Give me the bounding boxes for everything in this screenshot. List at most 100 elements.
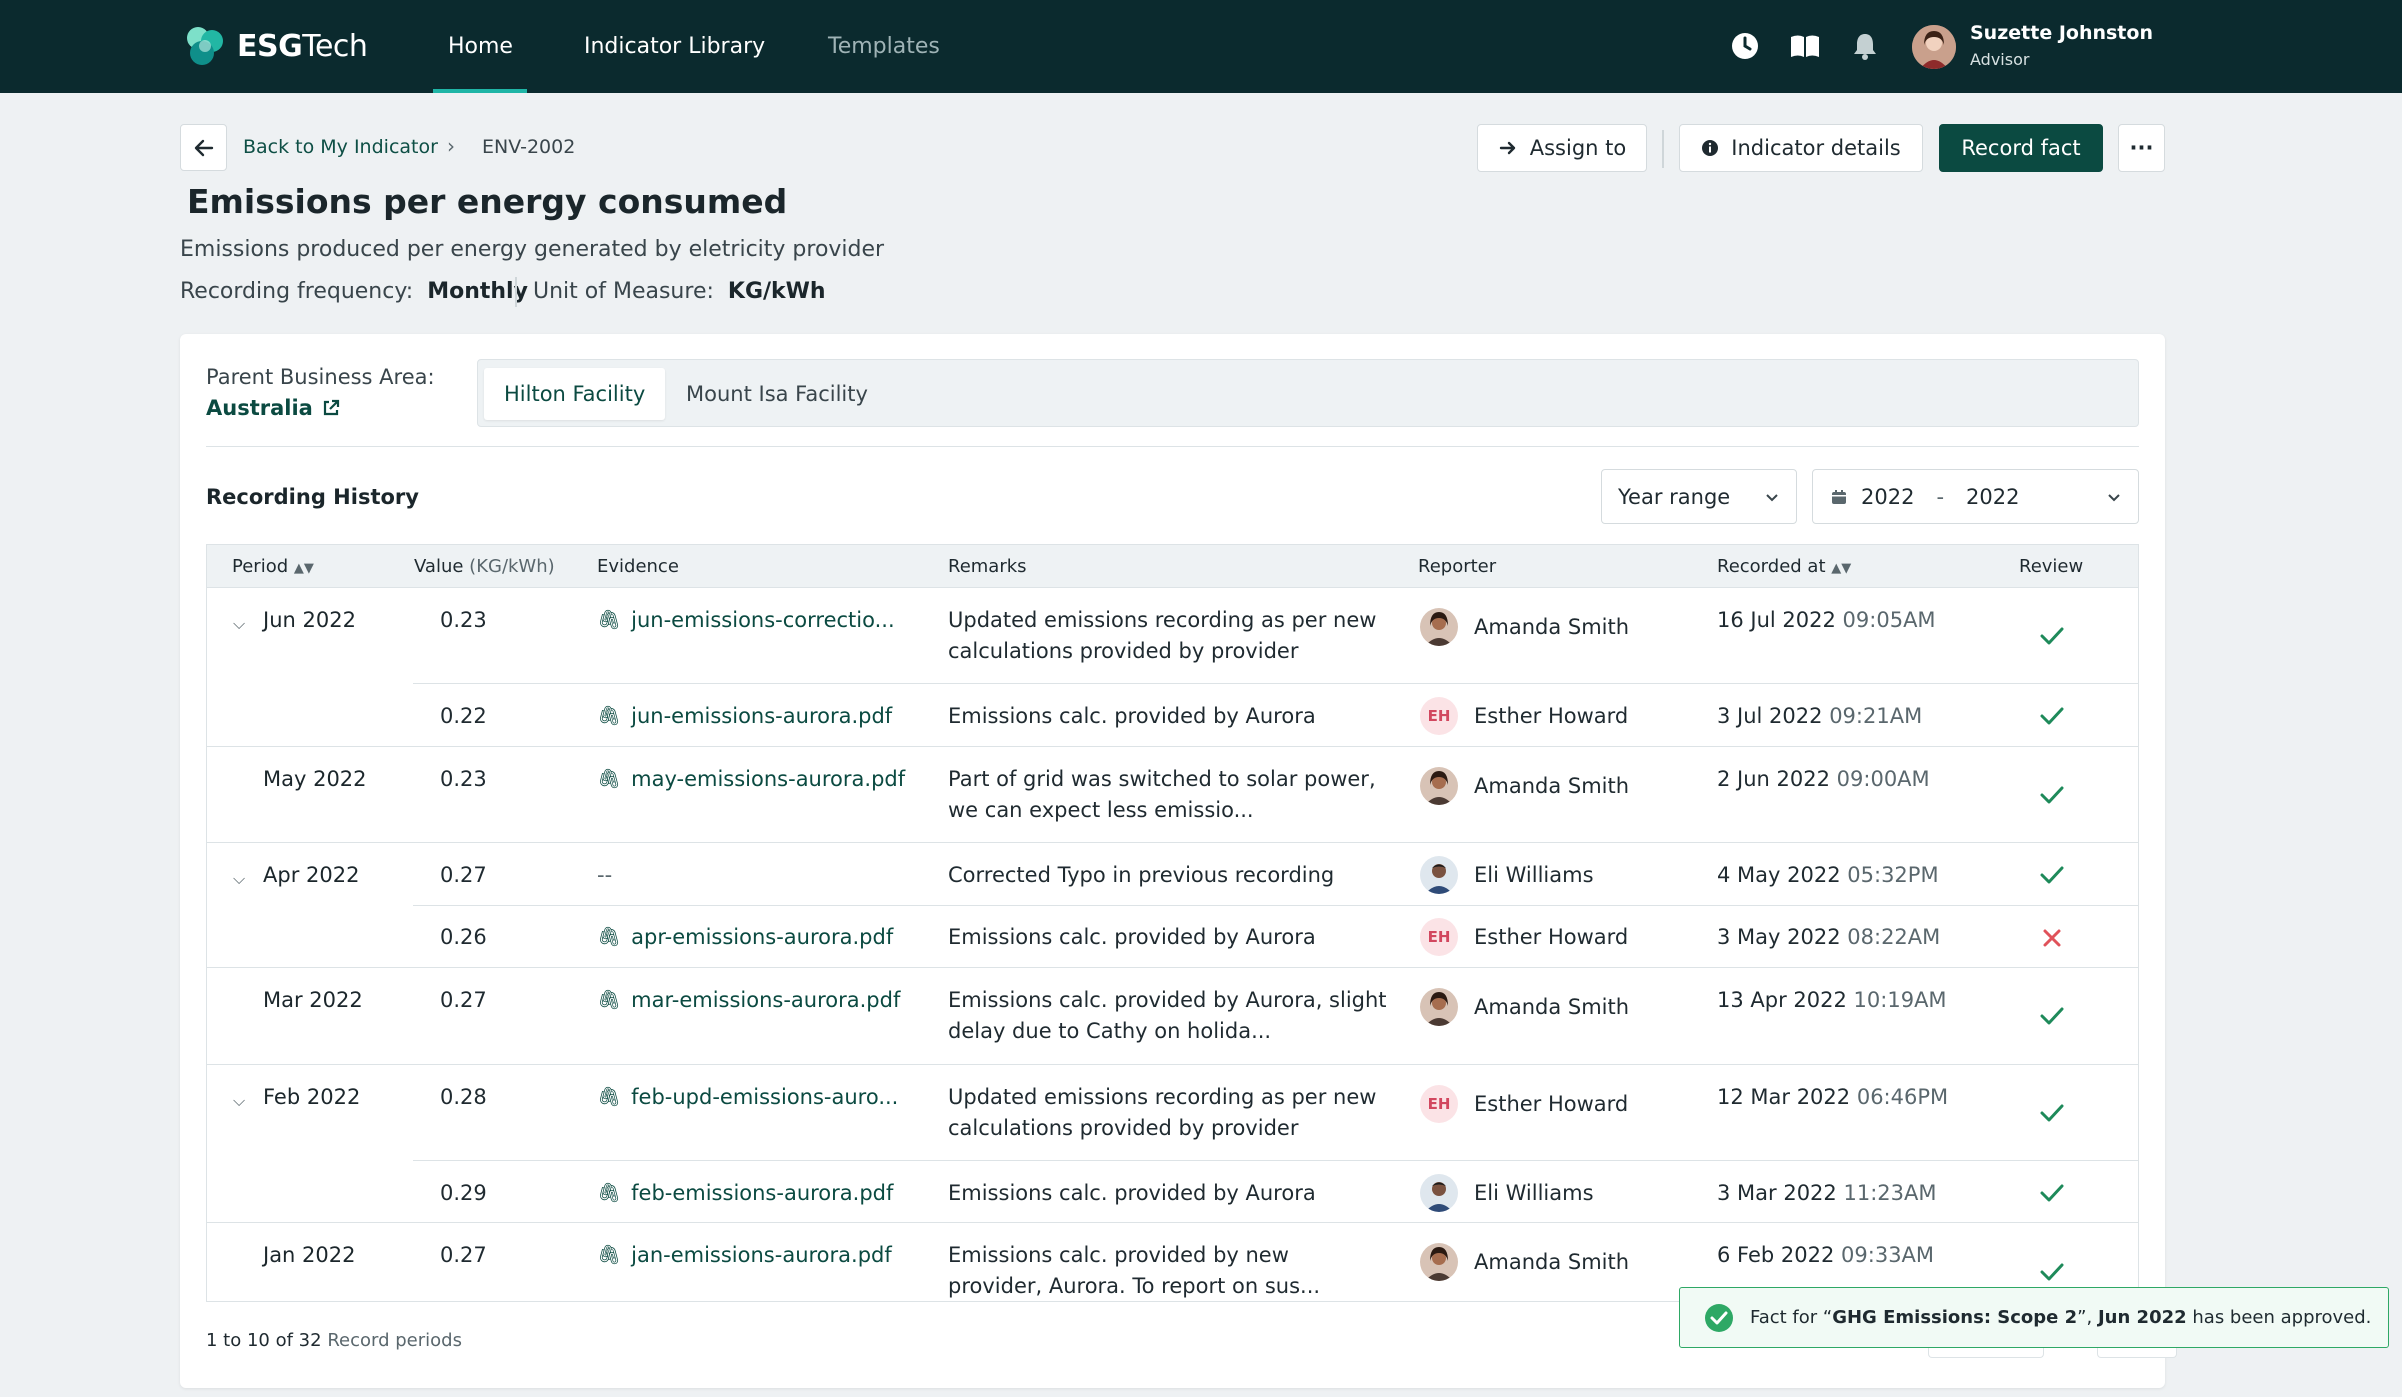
paperclip-icon: 🖇 [597,1086,622,1108]
record-fact-button[interactable]: Record fact [1939,124,2103,172]
year-range-select[interactable]: Year range [1601,469,1797,524]
year-picker[interactable]: 2022 - 2022 [1812,469,2139,524]
paperclip-icon: 🖇 [597,989,622,1011]
evidence-link[interactable]: 🖇 feb-emissions-aurora.pdf [597,1178,893,1209]
value-cell: 0.23 [440,767,487,791]
chevron-down-icon[interactable]: ⌵ [233,1091,245,1111]
logo-icon [183,24,227,68]
evidence-link[interactable]: 🖇 feb-upd-emissions-auro... [597,1082,898,1113]
user-name[interactable]: Suzette Johnston [1970,22,2153,44]
book-icon[interactable] [1789,30,1821,62]
header-value: Value (KG/kWh) [414,556,555,577]
remarks-cell: Emissions calc. provided by Aurora [948,925,1316,949]
remarks-cell: Emissions calc. provided by Aurora [948,704,1316,728]
toast-message: Fact for “GHG Emissions: Scope 2”, Jun 2… [1750,1307,2372,1328]
tab-mount-isa-facility[interactable]: Mount Isa Facility [666,368,888,420]
value-cell: 0.29 [440,1181,487,1205]
header-recorded-at[interactable]: Recorded at ▲▼ [1717,556,1851,577]
remarks-cell: Emissions calc. provided by new provider… [948,1243,1321,1298]
chevron-down-icon[interactable]: ⌵ [233,869,245,889]
recorded-at-cell: 3 Mar 2022 11:23AM [1717,1181,1937,1205]
section-divider [206,446,2139,447]
recorded-at-cell: 6 Feb 2022 09:33AM [1717,1243,1935,1267]
tab-hilton-facility[interactable]: Hilton Facility [484,368,666,420]
approved-check-icon [2039,1100,2065,1126]
rejected-x-icon [2039,925,2065,951]
approved-check-icon [2039,1180,2065,1206]
value-cell: 0.27 [440,863,487,887]
success-check-icon [1705,1303,1733,1332]
reporter-avatar [1420,1174,1458,1212]
paperclip-icon: 🖇 [597,1182,622,1204]
approved-check-icon [2039,1259,2065,1285]
remarks-cell: Updated emissions recording as per new c… [948,1085,1377,1140]
reporter-avatar [1420,988,1458,1026]
recorded-at-cell: 2 Jun 2022 09:00AM [1717,767,1930,791]
period-cell: Jun 2022 [263,608,356,632]
evidence-link[interactable]: 🖇 mar-emissions-aurora.pdf [597,985,900,1016]
brand-name: ESGTech [237,28,368,64]
remarks-cell: Emissions calc. provided by Aurora [948,1181,1316,1205]
brand-logo[interactable]: ESGTech [183,24,368,68]
evidence-link[interactable]: 🖇 jan-emissions-aurora.pdf [597,1240,892,1271]
sort-icon: ▲▼ [1831,561,1852,576]
remarks-cell: Emissions calc. provided by Aurora, slig… [948,988,1387,1043]
evidence-link[interactable]: 🖇 apr-emissions-aurora.pdf [597,922,893,953]
reporter: EH Esther Howard [1420,918,1628,956]
arrow-left-icon [194,139,213,156]
period-cell: May 2022 [263,767,367,791]
business-area-label: Parent Business Area: [206,365,435,389]
breadcrumb-current: ENV-2002 [482,136,576,158]
reporter-avatar [1420,767,1458,805]
evidence-link[interactable]: 🖇 jun-emissions-correctio... [597,605,895,636]
reporter: EH Esther Howard [1420,1085,1628,1123]
remarks-cell: Part of grid was switched to solar power… [948,767,1376,822]
info-icon [1702,140,1719,156]
recorded-at-cell: 16 Jul 2022 09:05AM [1717,608,1936,632]
row-divider [206,842,2139,843]
header-remarks: Remarks [948,556,1027,577]
value-cell: 0.28 [440,1085,487,1109]
period-cell: Mar 2022 [263,988,363,1012]
paperclip-icon: 🖇 [597,1244,622,1266]
reporter-avatar: EH [1420,1085,1458,1123]
paperclip-icon: 🖇 [597,609,622,631]
approved-check-icon [2039,703,2065,729]
period-cell: Feb 2022 [263,1085,361,1109]
nav-templates[interactable]: Templates [828,0,940,93]
row-divider [206,1064,2139,1065]
reporter-avatar [1420,856,1458,894]
nav-active-indicator [433,89,527,93]
paperclip-icon: 🖇 [597,705,622,727]
more-options-button[interactable]: ··· [2118,124,2165,172]
evidence-link[interactable]: 🖇 may-emissions-aurora.pdf [597,764,905,795]
facility-tabs: Hilton Facility Mount Isa Facility [477,359,2139,427]
assign-to-button[interactable]: Assign to [1477,124,1647,172]
reporter-avatar [1420,608,1458,646]
remarks-cell: Corrected Typo in previous recording [948,863,1335,887]
indicator-details-button[interactable]: Indicator details [1679,124,1923,172]
reporter-avatar [1420,1243,1458,1281]
chevron-right-icon: › [447,134,455,158]
clock-icon[interactable] [1729,30,1761,62]
back-button[interactable] [180,124,227,171]
breadcrumb-back-link[interactable]: Back to My Indicator [243,136,438,158]
bell-icon[interactable] [1849,30,1881,62]
reporter: Amanda Smith [1420,608,1629,646]
approved-check-icon [2039,862,2065,888]
evidence-link[interactable]: 🖇 jun-emissions-aurora.pdf [597,701,892,732]
nav-indicator-library[interactable]: Indicator Library [584,0,765,93]
user-avatar[interactable] [1912,25,1956,69]
remarks-cell: Updated emissions recording as per new c… [948,608,1377,663]
chevron-down-icon[interactable]: ⌵ [233,614,245,634]
value-cell: 0.26 [440,925,487,949]
row-divider [206,967,2139,968]
reporter: EH Esther Howard [1420,697,1628,735]
reporter: Amanda Smith [1420,988,1629,1026]
header-period[interactable]: Period ▲▼ [232,556,314,577]
nav-home[interactable]: Home [448,0,513,93]
business-area-link[interactable]: Australia [206,396,341,420]
external-link-icon [323,399,339,416]
paperclip-icon: 🖇 [597,926,622,948]
top-navigation-bar: ESGTech Home Indicator Library Templates… [0,0,2402,93]
